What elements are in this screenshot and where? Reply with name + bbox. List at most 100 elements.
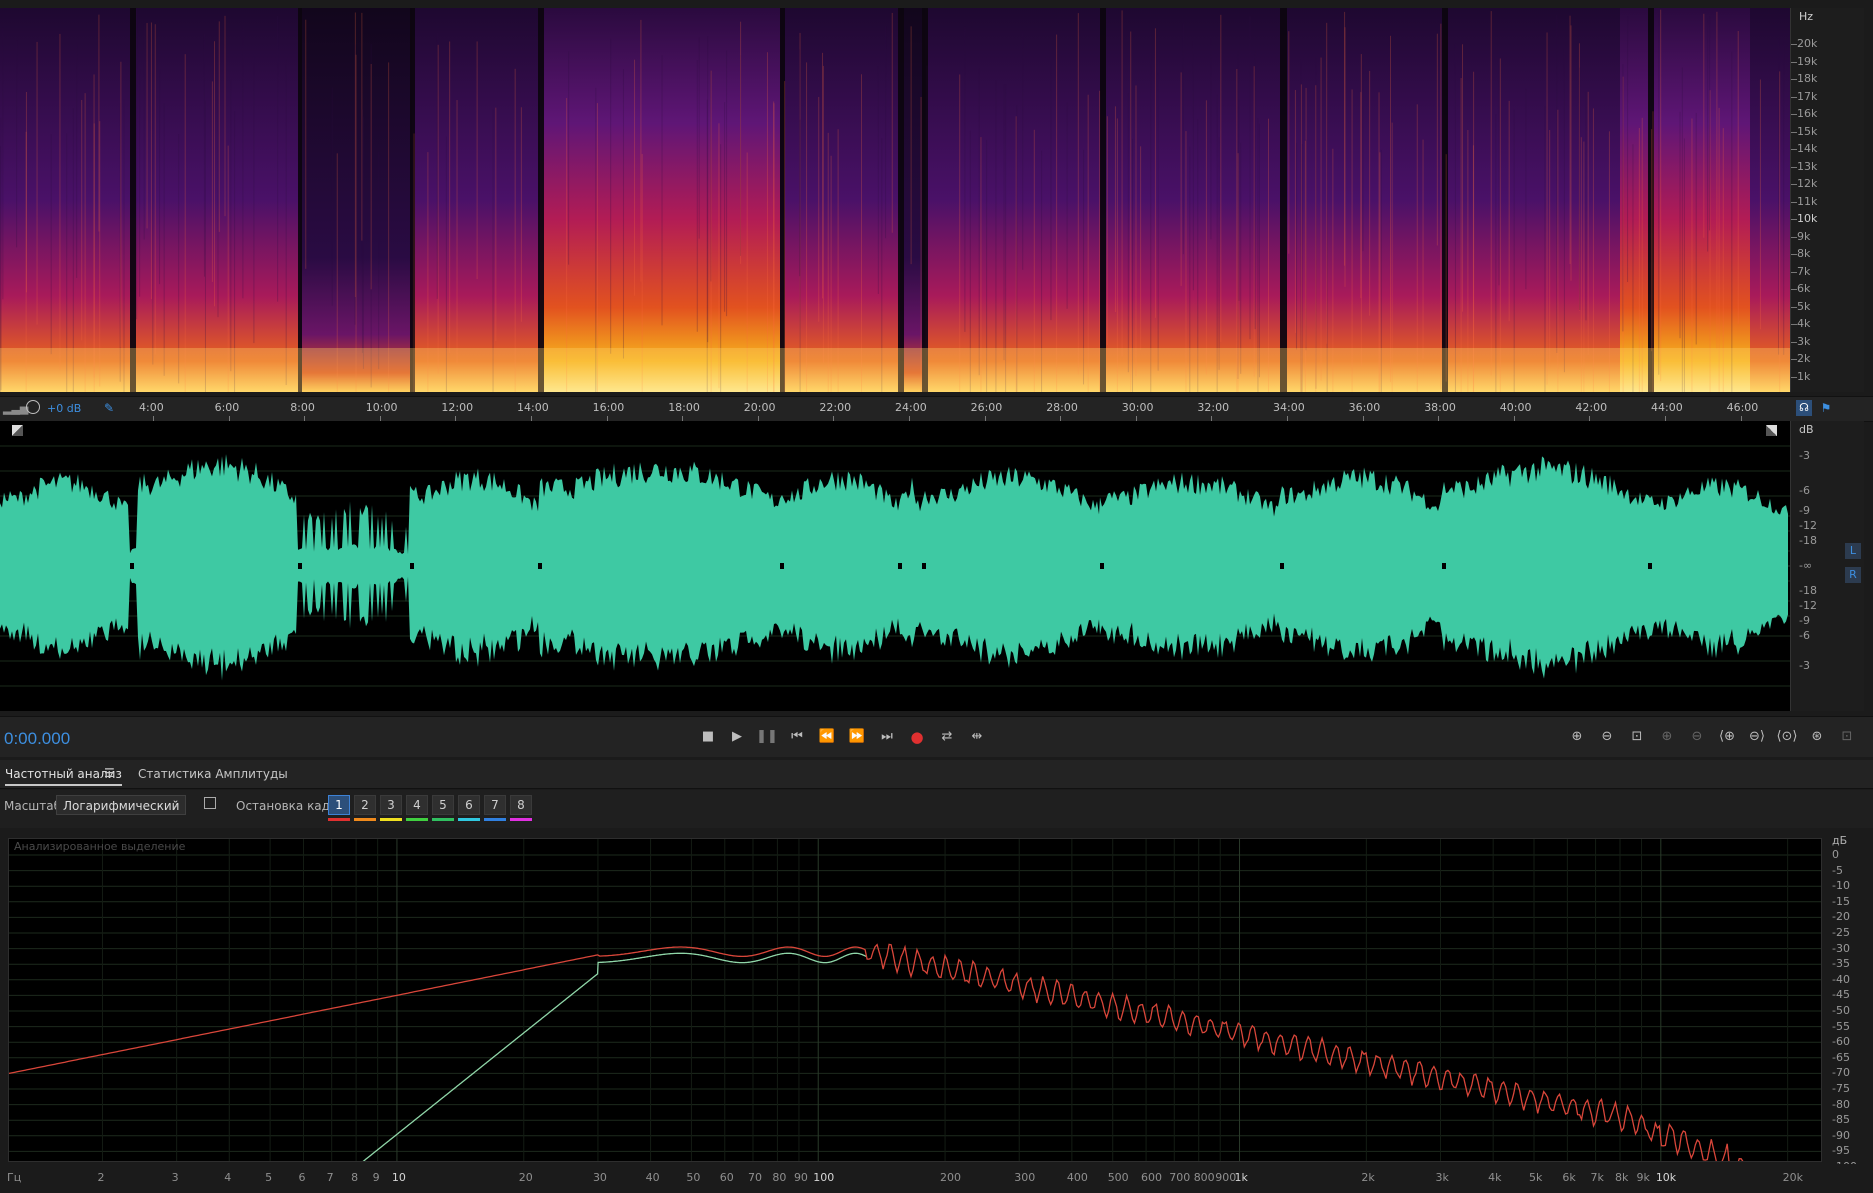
analyzed-selection-label: Анализированное выделение bbox=[14, 840, 186, 853]
freq-tick-label: 10k bbox=[1655, 1171, 1677, 1184]
hz-tick-mark bbox=[1791, 306, 1797, 308]
analysis-tabs: Частотный анализ ☰ Статистика Амплитуды bbox=[0, 760, 1873, 789]
zoom-full-icon[interactable]: ⟨⊙⟩ bbox=[1776, 727, 1798, 747]
zoom-out-time-icon[interactable]: ⊖⟩ bbox=[1746, 727, 1768, 747]
db-tick-label: -5 bbox=[1832, 863, 1843, 877]
time-tick-label: 12:00 bbox=[441, 401, 474, 414]
hz-tick-label: 13k bbox=[1797, 159, 1818, 173]
freq-tick-label: 100 bbox=[813, 1171, 835, 1184]
zoom-in-amplitude-icon[interactable]: ⊕ bbox=[1566, 727, 1588, 747]
freq-tick-label: 20 bbox=[518, 1171, 533, 1184]
channel-left-toggle[interactable]: L bbox=[1845, 543, 1861, 559]
hz-tick-label: 4k bbox=[1797, 317, 1811, 330]
freq-tick-label: 3 bbox=[171, 1171, 179, 1184]
hz-tick-mark bbox=[1791, 61, 1797, 63]
hz-tick-mark bbox=[1791, 114, 1797, 115]
freq-tick-label: 9k bbox=[1636, 1171, 1650, 1184]
db-tick-label: -80 bbox=[1832, 1097, 1850, 1111]
time-ruler[interactable]: ▂▃▅ +0 dB ✎ 4:00 6:00 8:00 10:00 12:00 14:00 1… bbox=[0, 396, 1790, 422]
panel-menu-icon[interactable]: ☰ bbox=[104, 766, 115, 780]
play-icon[interactable]: ▶ bbox=[726, 727, 748, 747]
fade-out-handle-icon[interactable] bbox=[1766, 425, 1777, 436]
freeze-frame-color-bar bbox=[380, 818, 402, 821]
freeze-frame-3-button[interactable]: 3 bbox=[380, 795, 402, 815]
gain-value[interactable]: +0 dB bbox=[47, 402, 81, 415]
freeze-frame-1-button[interactable]: 1 bbox=[328, 795, 350, 815]
freq-tick-label: 80 bbox=[772, 1171, 787, 1184]
hz-tick-label: 7k bbox=[1797, 264, 1811, 278]
skip-to-start-icon[interactable]: ⏮ bbox=[786, 727, 808, 747]
db-tick-label: -∞ bbox=[1799, 559, 1813, 572]
spectrogram-view[interactable] bbox=[0, 8, 1790, 392]
db-tick-label: -85 bbox=[1832, 1113, 1850, 1127]
time-tick-label: 38:00 bbox=[1424, 401, 1456, 414]
db-tick-label: -3 bbox=[1799, 449, 1810, 462]
zoom-reset-icon[interactable]: ⊡ bbox=[1626, 727, 1648, 747]
db-tick-label: -18 bbox=[1799, 584, 1817, 597]
pin-icon[interactable]: ✎ bbox=[104, 401, 114, 415]
hz-tick-mark bbox=[1791, 376, 1797, 378]
frequency-analysis-plot[interactable] bbox=[8, 838, 1822, 1193]
freeze-frame-4-button[interactable]: 4 bbox=[406, 795, 428, 815]
freeze-frame-color-bar bbox=[484, 818, 506, 821]
freq-tick-label: 40 bbox=[645, 1171, 660, 1184]
hz-tick-label: 15k bbox=[1797, 124, 1818, 138]
freq-tick-label: 7 bbox=[326, 1171, 334, 1184]
scale-value: Логарифмический bbox=[63, 799, 180, 813]
hz-tick-label: 9k bbox=[1797, 229, 1811, 243]
rewind-icon[interactable]: ⏪ bbox=[816, 727, 838, 747]
freq-tick-label: 7k bbox=[1590, 1171, 1604, 1184]
hz-tick-mark bbox=[1791, 324, 1797, 325]
freq-tick-label: 300 bbox=[1014, 1171, 1036, 1184]
time-tick-label: 46:00 bbox=[1726, 401, 1759, 414]
frequency-axis: Гц 2 3 4 5 6 7 8 9 10 20 30 40 50 60 70 80 90 100 200 300 40… bbox=[0, 1164, 1873, 1193]
skip-to-end-icon[interactable]: ⏭ bbox=[876, 727, 898, 747]
time-tick-label: 20:00 bbox=[743, 401, 776, 414]
copy-icon[interactable] bbox=[204, 797, 216, 809]
freeze-frame-6-button[interactable]: 6 bbox=[458, 795, 480, 815]
freeze-frame-2-button[interactable]: 2 bbox=[354, 795, 376, 815]
hz-tick-mark bbox=[1791, 236, 1797, 238]
db-tick-label: -20 bbox=[1832, 910, 1850, 924]
marker-icon[interactable]: ⚑ bbox=[1818, 400, 1834, 416]
time-tick-label: 8:00 bbox=[290, 401, 315, 414]
zoom-out-amplitude-icon[interactable]: ⊖ bbox=[1596, 727, 1618, 747]
stop-icon[interactable]: ■ bbox=[697, 727, 719, 747]
db-tick-label: -6 bbox=[1799, 629, 1810, 642]
spectrogram-image bbox=[0, 8, 1790, 392]
hz-tick-label: 20k bbox=[1797, 37, 1818, 50]
level-meter-icon[interactable]: ▂▃▅ bbox=[3, 402, 28, 415]
freeze-frame-color-bar bbox=[510, 818, 532, 821]
hz-tick-label: 2k bbox=[1797, 352, 1811, 365]
fade-in-handle-icon[interactable] bbox=[12, 425, 23, 436]
hz-tick-mark bbox=[1791, 219, 1797, 220]
hz-tick-mark bbox=[1791, 44, 1797, 45]
record-icon[interactable]: ● bbox=[906, 727, 928, 747]
frequency-db-scale: дБ 0 -5 -10 -15 -20 -25 -30 -35 -40 -45 -50 -55 -60-… bbox=[1822, 834, 1873, 1173]
timecode-display[interactable]: 0:00.000 bbox=[4, 729, 70, 749]
freq-tick-label: 5k bbox=[1528, 1171, 1543, 1184]
freq-tick-label: 1k bbox=[1234, 1171, 1248, 1184]
frequency-curves bbox=[8, 839, 1821, 1193]
time-tick-label: 16:00 bbox=[592, 401, 625, 414]
loop-icon[interactable]: ⇄ bbox=[936, 727, 958, 747]
freeze-frame-8-button[interactable]: 8 bbox=[510, 795, 532, 815]
waveform-view[interactable] bbox=[0, 421, 1790, 711]
fast-forward-icon[interactable]: ⏩ bbox=[846, 727, 868, 747]
zoom-to-selection-icon[interactable]: ⊛ bbox=[1806, 727, 1828, 747]
headphones-icon[interactable]: ☊ bbox=[1796, 400, 1812, 416]
freeze-frame-7-button[interactable]: 7 bbox=[484, 795, 506, 815]
scale-dropdown[interactable]: Логарифмический ⌄ bbox=[56, 795, 186, 815]
freeze-frame-5-button[interactable]: 5 bbox=[432, 795, 454, 815]
gain-knob-icon[interactable] bbox=[26, 400, 40, 414]
hz-tick-label: 8k bbox=[1797, 247, 1811, 260]
zoom-in-time-icon[interactable]: ⟨⊕ bbox=[1716, 727, 1738, 747]
freq-tick-label: 600 bbox=[1141, 1171, 1163, 1184]
time-tick-label: 32:00 bbox=[1197, 401, 1230, 414]
skip-selection-icon[interactable]: ⇹ bbox=[966, 727, 988, 747]
pause-icon[interactable]: ❚❚ bbox=[756, 727, 778, 747]
channel-right-toggle[interactable]: R bbox=[1845, 567, 1861, 583]
hz-tick-label: 16k bbox=[1797, 107, 1818, 120]
tab-amplitude-statistics[interactable]: Статистика Амплитуды bbox=[138, 767, 288, 781]
chevron-down-icon: ⌄ bbox=[170, 800, 179, 811]
